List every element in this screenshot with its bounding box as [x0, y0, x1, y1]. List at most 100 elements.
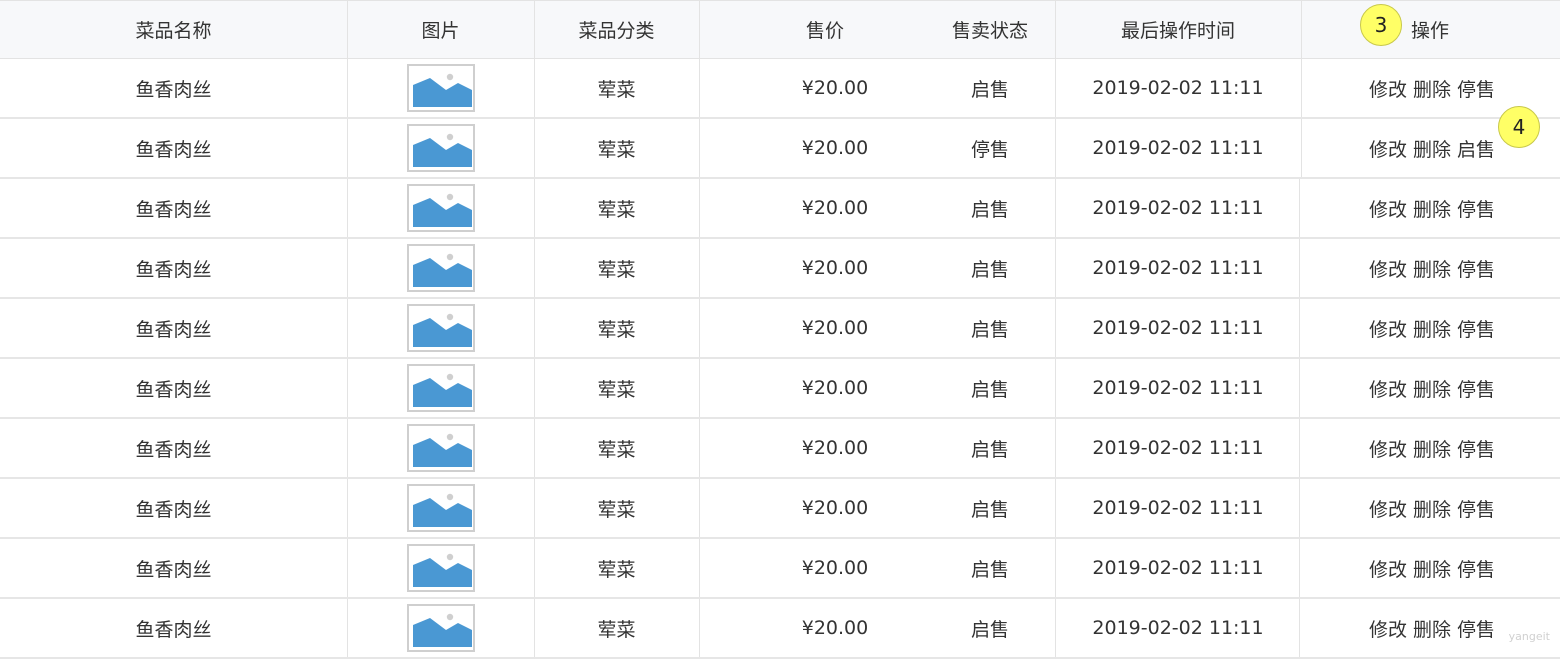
dish-updated: 2019-02-02 11:11 — [1092, 257, 1264, 279]
dish-name: 鱼香肉丝 — [135, 138, 212, 161]
column-divider — [699, 119, 700, 177]
edit-link[interactable]: 修改 — [1369, 555, 1407, 582]
dish-status: 启售 — [970, 378, 1009, 401]
toggle-sale-link[interactable]: 停售 — [1457, 435, 1495, 462]
dish-image-cell — [347, 179, 534, 237]
delete-link[interactable]: 删除 — [1413, 435, 1451, 462]
delete-link[interactable]: 删除 — [1413, 555, 1451, 582]
table-row: 鱼香肉丝 荤菜 ¥20.00 启售 2019-02-02 11:11 修改 删除… — [0, 539, 1560, 599]
table-row: 鱼香肉丝 荤菜 ¥20.00 启售 2019-02-02 11:11 修改 删除… — [0, 599, 1560, 659]
row-actions: 修改 删除 停售 — [1301, 239, 1560, 297]
dish-updated: 2019-02-02 11:11 — [1092, 197, 1264, 219]
dish-name: 鱼香肉丝 — [135, 558, 212, 581]
dish-name: 鱼香肉丝 — [135, 438, 212, 461]
dish-status: 启售 — [970, 618, 1009, 641]
toggle-sale-link[interactable]: 停售 — [1457, 255, 1495, 282]
dish-name: 鱼香肉丝 — [135, 618, 212, 641]
column-divider — [699, 359, 700, 417]
edit-link[interactable]: 修改 — [1369, 435, 1407, 462]
dish-price: ¥20.00 — [801, 77, 869, 99]
edit-link[interactable]: 修改 — [1369, 135, 1407, 162]
image-placeholder-icon — [406, 244, 475, 292]
edit-link[interactable]: 修改 — [1369, 255, 1407, 282]
edit-link[interactable]: 修改 — [1369, 495, 1407, 522]
dish-price: ¥20.00 — [801, 137, 869, 159]
toggle-sale-link[interactable]: 停售 — [1457, 315, 1495, 342]
toggle-sale-link[interactable]: 停售 — [1457, 375, 1495, 402]
toggle-sale-link[interactable]: 停售 — [1457, 555, 1495, 582]
image-placeholder-icon — [406, 484, 475, 532]
delete-link[interactable]: 删除 — [1413, 615, 1451, 642]
row-actions: 修改 删除 停售 — [1301, 479, 1560, 537]
delete-link[interactable]: 删除 — [1413, 255, 1451, 282]
edit-link[interactable]: 修改 — [1369, 615, 1407, 642]
dish-price: ¥20.00 — [801, 197, 869, 219]
toggle-sale-link[interactable]: 停售 — [1457, 75, 1495, 102]
column-divider — [699, 179, 700, 237]
edit-link[interactable]: 修改 — [1369, 195, 1407, 222]
dish-image-cell — [347, 59, 534, 117]
header-image: 图片 — [421, 20, 460, 42]
dish-category: 荤菜 — [597, 378, 636, 401]
row-actions: 修改 删除 停售 — [1301, 539, 1560, 597]
delete-link[interactable]: 删除 — [1413, 135, 1451, 162]
dish-status: 启售 — [970, 498, 1009, 521]
dish-category: 荤菜 — [597, 138, 636, 161]
dish-name: 鱼香肉丝 — [135, 198, 212, 221]
dish-updated: 2019-02-02 11:11 — [1092, 317, 1264, 339]
edit-link[interactable]: 修改 — [1369, 315, 1407, 342]
dish-image-cell — [347, 239, 534, 297]
dish-updated: 2019-02-02 11:11 — [1092, 617, 1264, 639]
dish-price: ¥20.00 — [801, 557, 869, 579]
image-placeholder-icon — [406, 364, 475, 412]
toggle-sale-link[interactable]: 停售 — [1457, 195, 1495, 222]
dish-price: ¥20.00 — [801, 617, 869, 639]
delete-link[interactable]: 删除 — [1413, 315, 1451, 342]
header-name: 菜品名称 — [135, 20, 212, 42]
dish-name: 鱼香肉丝 — [135, 78, 212, 101]
dish-updated: 2019-02-02 11:11 — [1092, 497, 1264, 519]
toggle-sale-link[interactable]: 停售 — [1457, 615, 1495, 642]
row-actions: 修改 删除 停售 — [1301, 419, 1560, 477]
edit-link[interactable]: 修改 — [1369, 75, 1407, 102]
dish-image-cell — [347, 479, 534, 537]
row-actions: 修改 删除 停售 — [1301, 599, 1560, 657]
column-divider — [699, 239, 700, 297]
dish-category: 荤菜 — [597, 198, 636, 221]
column-divider — [699, 539, 700, 597]
image-placeholder-icon — [406, 304, 475, 352]
dish-status: 启售 — [970, 258, 1009, 281]
column-divider — [699, 599, 700, 657]
image-placeholder-icon — [406, 424, 475, 472]
dish-image-cell — [347, 359, 534, 417]
dish-image-cell — [347, 119, 534, 177]
header-status: 售卖状态 — [951, 20, 1028, 42]
dish-status: 停售 — [970, 138, 1009, 161]
delete-link[interactable]: 删除 — [1413, 375, 1451, 402]
table-row: 鱼香肉丝 荤菜 ¥20.00 启售 2019-02-02 11:11 修改 删除… — [0, 419, 1560, 479]
table-row: 鱼香肉丝 荤菜 ¥20.00 停售 2019-02-02 11:11 修改 删除… — [0, 119, 1560, 179]
toggle-sale-link[interactable]: 停售 — [1457, 495, 1495, 522]
dish-updated: 2019-02-02 11:11 — [1092, 557, 1264, 579]
header-category: 菜品分类 — [578, 20, 655, 42]
image-placeholder-icon — [406, 544, 475, 592]
table-row: 鱼香肉丝 荤菜 ¥20.00 启售 2019-02-02 11:11 修改 删除… — [0, 479, 1560, 539]
delete-link[interactable]: 删除 — [1413, 195, 1451, 222]
header-updated: 最后操作时间 — [1120, 20, 1235, 42]
dish-price: ¥20.00 — [801, 257, 869, 279]
table-row: 鱼香肉丝 荤菜 ¥20.00 启售 2019-02-02 11:11 修改 删除… — [0, 179, 1560, 239]
delete-link[interactable]: 删除 — [1413, 75, 1451, 102]
row-actions: 修改 删除 停售 — [1301, 299, 1560, 357]
image-placeholder-icon — [406, 604, 475, 652]
dish-name: 鱼香肉丝 — [135, 258, 212, 281]
header-price: 售价 — [805, 20, 844, 42]
column-divider — [1301, 1, 1302, 58]
delete-link[interactable]: 删除 — [1413, 495, 1451, 522]
dish-category: 荤菜 — [597, 438, 636, 461]
column-divider — [699, 299, 700, 357]
edit-link[interactable]: 修改 — [1369, 375, 1407, 402]
toggle-sale-link[interactable]: 启售 — [1457, 135, 1495, 162]
row-actions: 修改 删除 停售 — [1301, 359, 1560, 417]
dish-status: 启售 — [970, 318, 1009, 341]
table-header: 菜品名称 图片 菜品分类 售价 售卖状态 最后操作时间 操作 — [0, 0, 1560, 59]
